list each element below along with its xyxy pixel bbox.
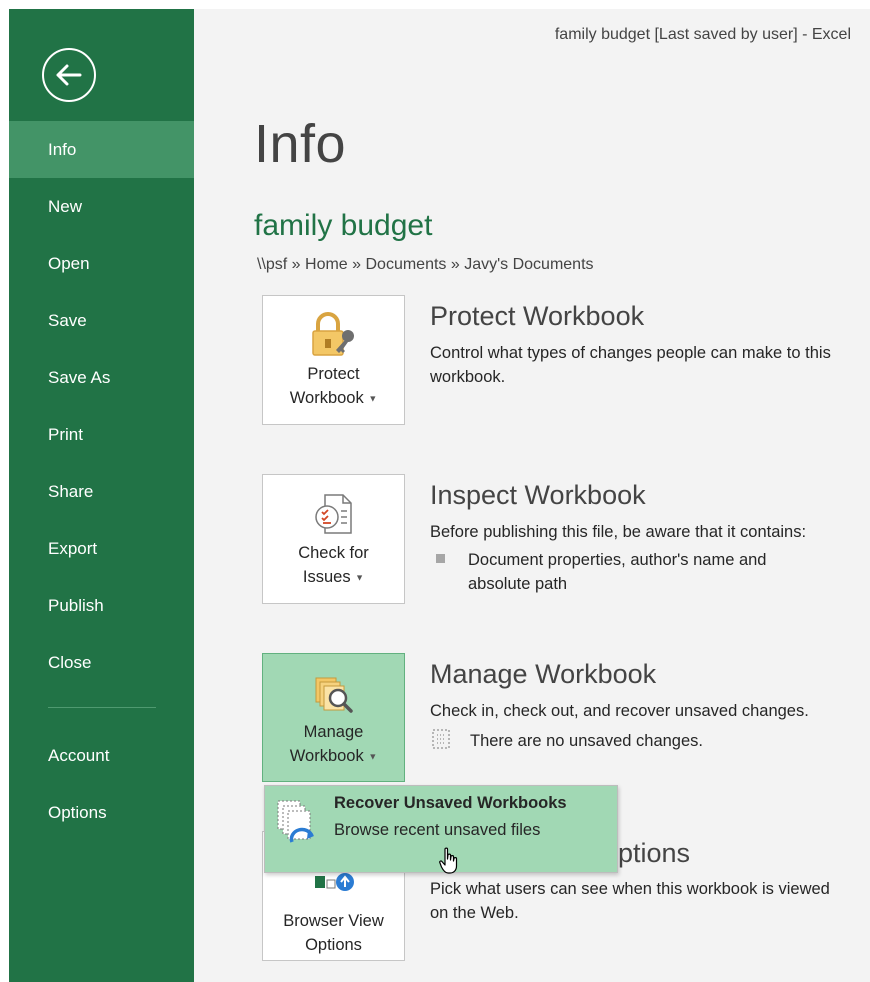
check-for-issues-label-1: Check for bbox=[298, 544, 369, 562]
sidebar-nav: Info New Open Save Save As Print Share E… bbox=[9, 121, 194, 691]
protect-workbook-desc: Control what types of changes people can… bbox=[430, 344, 831, 386]
check-for-issues-label-2-text: Issues bbox=[302, 568, 351, 586]
bullet-square-icon bbox=[436, 554, 445, 563]
recover-unsaved-workbooks-title: Recover Unsaved Workbooks bbox=[334, 794, 567, 812]
backstage-view: Info New Open Save Save As Print Share E… bbox=[9, 9, 870, 982]
document-name: family budget bbox=[254, 209, 433, 242]
recover-unsaved-workbooks-desc: Browse recent unsaved files bbox=[334, 821, 541, 839]
sidebar-item-save[interactable]: Save bbox=[9, 292, 194, 349]
dropdown-caret-icon: ▼ bbox=[355, 572, 365, 583]
dropdown-caret-icon: ▼ bbox=[368, 751, 378, 762]
manage-workbook-icon bbox=[315, 677, 353, 713]
manage-workbook-label-1: Manage bbox=[303, 723, 364, 741]
sidebar: Info New Open Save Save As Print Share E… bbox=[9, 9, 194, 982]
page-title: Info bbox=[254, 114, 347, 174]
sidebar-item-account[interactable]: Account bbox=[9, 727, 194, 784]
protect-workbook-label-2-text: Workbook bbox=[289, 389, 364, 407]
document-dotted-icon bbox=[432, 729, 450, 749]
protect-workbook-title: Protect Workbook bbox=[430, 301, 645, 331]
sidebar-item-open[interactable]: Open bbox=[9, 235, 194, 292]
back-button[interactable] bbox=[42, 48, 96, 102]
lock-key-icon bbox=[311, 312, 354, 356]
sidebar-item-save-as[interactable]: Save As bbox=[9, 349, 194, 406]
browser-view-icon bbox=[314, 873, 354, 891]
inspect-workbook-title: Inspect Workbook bbox=[430, 480, 646, 510]
sidebar-nav-bottom: Account Options bbox=[9, 727, 194, 841]
arrow-left-icon bbox=[56, 64, 82, 86]
document-path: \\psf » Home » Documents » Javy's Docume… bbox=[257, 256, 594, 273]
manage-workbook-label-2-text: Workbook bbox=[289, 747, 364, 765]
browser-view-label-1: Browser View bbox=[283, 912, 384, 930]
window-title: family budget [Last saved by user] - Exc… bbox=[554, 26, 851, 43]
check-for-issues-label-2: Issues ▼ bbox=[263, 565, 404, 590]
inspect-workbook-desc: Before publishing this file, be aware th… bbox=[430, 523, 807, 541]
browser-view-options-title: ptions bbox=[618, 838, 691, 868]
protect-workbook-button[interactable]: Protect Workbook ▼ bbox=[262, 295, 405, 425]
inspect-document-icon bbox=[314, 494, 352, 534]
sidebar-item-publish[interactable]: Publish bbox=[9, 577, 194, 634]
hand-cursor-icon bbox=[439, 847, 458, 874]
sidebar-item-close[interactable]: Close bbox=[9, 634, 194, 691]
sidebar-item-print[interactable]: Print bbox=[9, 406, 194, 463]
protect-workbook-label-2: Workbook ▼ bbox=[263, 386, 404, 411]
sidebar-item-export[interactable]: Export bbox=[9, 520, 194, 577]
check-for-issues-button[interactable]: Check for Issues ▼ bbox=[262, 474, 405, 604]
manage-workbook-title: Manage Workbook bbox=[430, 659, 657, 689]
recover-files-icon bbox=[277, 800, 314, 843]
sidebar-divider bbox=[48, 707, 156, 708]
protect-workbook-label-1: Protect bbox=[307, 365, 360, 383]
sidebar-item-new[interactable]: New bbox=[9, 178, 194, 235]
inspect-workbook-bullet: Document properties, author's name and a… bbox=[468, 551, 767, 593]
manage-workbook-button[interactable]: Manage Workbook ▼ bbox=[262, 653, 405, 782]
sidebar-item-share[interactable]: Share bbox=[9, 463, 194, 520]
sidebar-item-options[interactable]: Options bbox=[9, 784, 194, 841]
sidebar-item-info[interactable]: Info bbox=[9, 121, 194, 178]
manage-workbook-desc: Check in, check out, and recover unsaved… bbox=[430, 702, 809, 720]
browser-view-options-desc: Pick what users can see when this workbo… bbox=[430, 880, 830, 922]
manage-workbook-note: There are no unsaved changes. bbox=[470, 732, 703, 750]
dropdown-caret-icon: ▼ bbox=[368, 393, 378, 404]
manage-workbook-label-2: Workbook ▼ bbox=[263, 744, 404, 769]
browser-view-label-2: Options bbox=[305, 936, 362, 954]
